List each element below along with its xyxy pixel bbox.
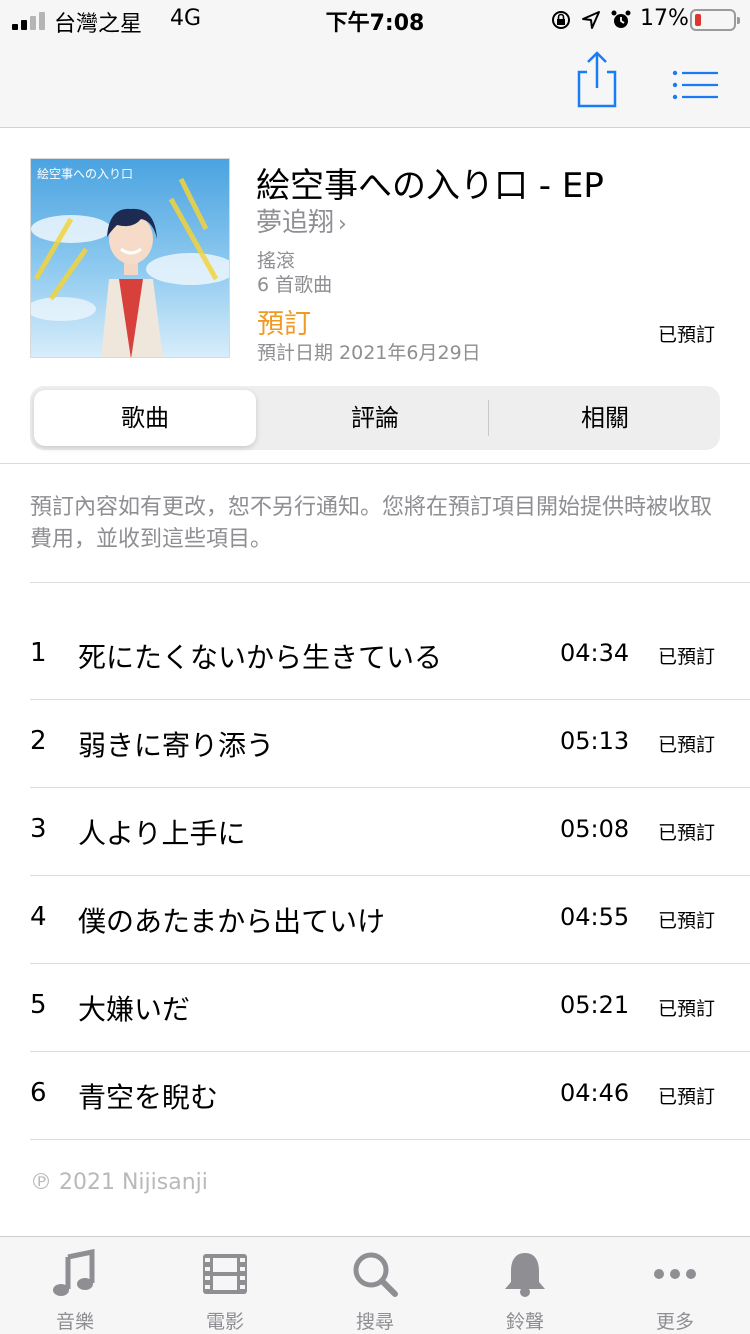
tab-label: 更多: [655, 1311, 694, 1333]
release-date: 預計日期 2021年6月29日: [257, 342, 481, 364]
preorder-button[interactable]: 預訂: [257, 302, 311, 341]
tab-ringtones[interactable]: 鈴聲: [450, 1237, 600, 1334]
navigation-bar: [0, 40, 750, 128]
segment-divider: [488, 400, 489, 436]
track-title: 僕のあたまから出ていけ: [78, 905, 386, 938]
tab-music[interactable]: 音樂: [0, 1237, 150, 1334]
track-duration: 04:55: [560, 903, 630, 931]
track-number: 1: [30, 638, 47, 668]
row-divider: [30, 1139, 750, 1140]
track-row[interactable]: 1 死にたくないから生きている 04:34 已預訂: [0, 612, 750, 700]
track-row[interactable]: 6 青空を睨む 04:46 已預訂: [0, 1052, 750, 1140]
track-duration: 04:46: [560, 1079, 630, 1107]
track-count: 6 首歌曲: [257, 274, 333, 296]
status-time: 下午7:08: [325, 11, 425, 36]
album-preorder-status: 已預訂: [658, 324, 716, 346]
tab-label: 搜尋: [355, 1311, 394, 1333]
track-row[interactable]: 5 大嫌いだ 05:21 已預訂: [0, 964, 750, 1052]
track-row[interactable]: 2 弱きに寄り添う 05:13 已預訂: [0, 700, 750, 788]
track-title: 大嫌いだ: [78, 993, 191, 1026]
track-title: 死にたくないから生きている: [78, 641, 443, 674]
track-row[interactable]: 3 人より上手に 05:08 已預訂: [0, 788, 750, 876]
share-icon[interactable]: [574, 50, 620, 108]
tab-label: 電影: [205, 1311, 244, 1333]
tab-songs[interactable]: 歌曲: [34, 390, 256, 446]
segmented-control: 歌曲 評論 相關: [30, 386, 720, 450]
battery-icon: [690, 9, 740, 31]
status-bar: 台灣之星 4G 下午7:08 17%: [0, 0, 750, 40]
chevron-right-icon: ›: [338, 212, 347, 237]
artist-name: 夢追翔: [256, 208, 335, 238]
tab-label: 鈴聲: [505, 1311, 544, 1333]
tab-reviews[interactable]: 評論: [264, 390, 486, 446]
track-number: 4: [30, 902, 47, 932]
album-genre: 搖滾: [257, 250, 296, 272]
tab-bar: 音樂 電影 搜尋 鈴聲 更多: [0, 1236, 750, 1334]
battery-percentage: 17%: [640, 6, 689, 31]
track-title: 人より上手に: [78, 817, 246, 850]
tab-search[interactable]: 搜尋: [300, 1237, 450, 1334]
track-duration: 05:21: [560, 991, 630, 1019]
track-number: 3: [30, 814, 47, 844]
track-number: 2: [30, 726, 47, 756]
tab-movies[interactable]: 電影: [150, 1237, 300, 1334]
more-icon: [654, 1269, 696, 1279]
tab-more[interactable]: 更多: [600, 1237, 750, 1334]
track-title: 青空を睨む: [78, 1081, 219, 1114]
tab-related[interactable]: 相關: [494, 390, 716, 446]
track-number: 5: [30, 990, 47, 1020]
album-artwork: [31, 159, 229, 357]
artist-link[interactable]: 夢追翔 ›: [256, 202, 347, 239]
divider: [0, 463, 750, 464]
track-status: 已預訂: [658, 910, 716, 932]
track-status: 已預訂: [658, 734, 716, 756]
track-status: 已預訂: [658, 822, 716, 844]
tab-label: 音樂: [55, 1311, 94, 1333]
bell-icon: [505, 1253, 545, 1297]
album-title: 絵空事への入り口 - EP: [256, 166, 604, 206]
track-title: 弱きに寄り添う: [78, 729, 275, 762]
list-icon[interactable]: [672, 70, 720, 100]
divider: [30, 582, 750, 583]
track-duration: 05:13: [560, 727, 630, 755]
track-status: 已預訂: [658, 998, 716, 1020]
location-arrow-icon: [582, 11, 600, 29]
film-icon: [203, 1254, 247, 1294]
alarm-icon: [611, 10, 631, 28]
track-duration: 04:34: [560, 639, 630, 667]
battery-level-fill: [695, 14, 701, 26]
track-status: 已預訂: [658, 646, 716, 668]
search-icon: [353, 1252, 398, 1297]
album-cover[interactable]: 絵空事への入り口: [30, 158, 230, 358]
track-number: 6: [30, 1078, 47, 1108]
track-row[interactable]: 4 僕のあたまから出ていけ 04:55 已預訂: [0, 876, 750, 964]
copyright-text: ℗ 2021 Nijisanji: [30, 1170, 208, 1195]
preorder-notice: 預訂內容如有更改，恕不另行通知。您將在預訂項目開始提供時被收取費用，並收到這些項…: [30, 495, 713, 552]
status-icons: [550, 8, 632, 32]
music-note-icon: [53, 1249, 95, 1296]
rotation-lock-icon: [552, 11, 570, 29]
track-duration: 05:08: [560, 815, 630, 843]
cover-title-text: 絵空事への入り口: [37, 167, 134, 181]
track-status: 已預訂: [658, 1086, 716, 1108]
